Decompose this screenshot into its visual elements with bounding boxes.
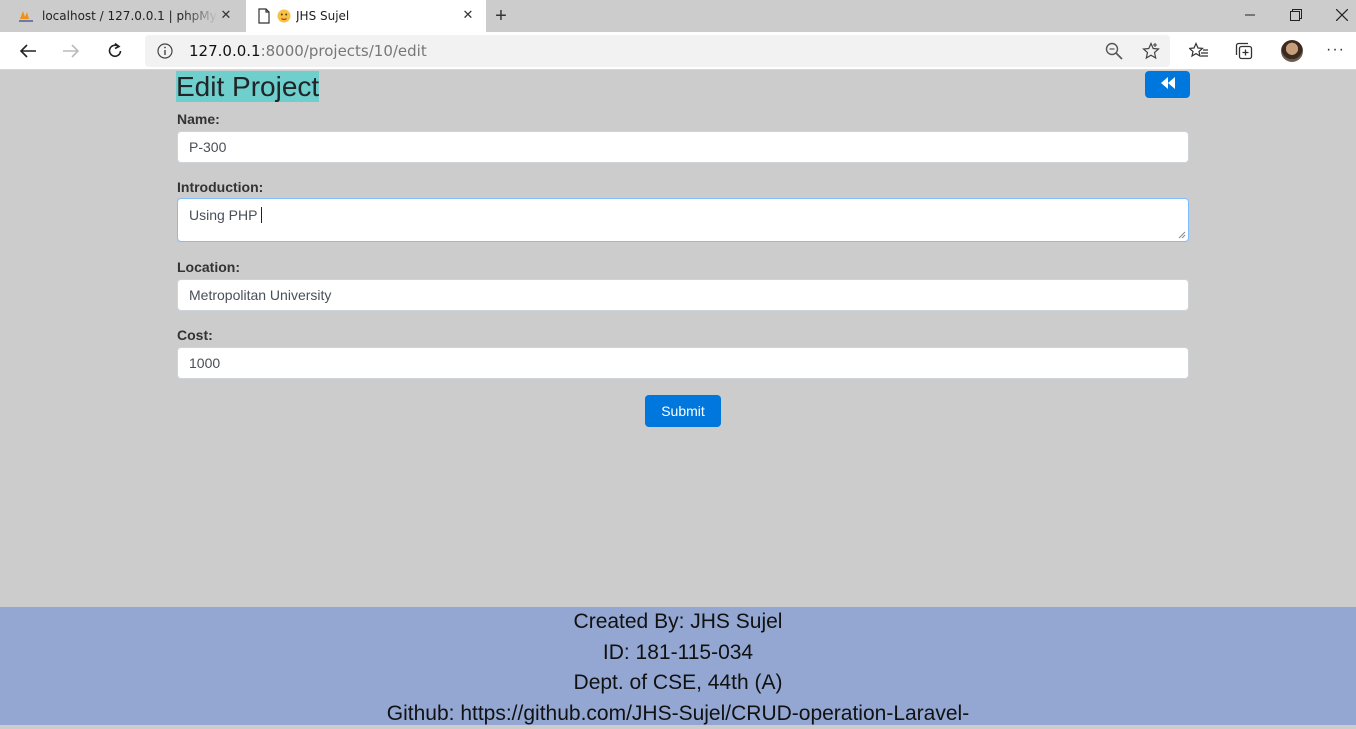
submit-button[interactable]: Submit [645,395,721,427]
name-value: P-300 [189,139,226,155]
url-text[interactable]: 127.0.0.1:8000/projects/10/edit [189,35,427,67]
footer: Created By: JHS Sujel ID: 181-115-034 De… [0,607,1356,725]
back-button[interactable] [1145,71,1190,98]
site-info-icon[interactable] [157,43,173,59]
collections-icon[interactable] [1234,41,1254,61]
favorite-star-icon[interactable] [1142,42,1160,60]
favorites-icon[interactable] [1189,41,1209,61]
location-input[interactable]: Metropolitan University [177,279,1189,311]
address-bar[interactable]: 127.0.0.1:8000/projects/10/edit [145,35,1170,67]
more-menu-icon[interactable]: ··· [1326,41,1345,59]
cost-input[interactable]: 1000 [177,347,1189,379]
introduction-value: Using PHP [189,207,257,223]
name-label: Name: [177,111,220,127]
tab-strip: localhost / 127.0.0.1 | phpMyAdmin ✕ JHS… [0,0,1356,32]
introduction-textarea[interactable]: Using PHP [177,198,1189,242]
location-value: Metropolitan University [189,287,331,303]
forward-arrow-icon[interactable] [56,36,86,66]
zoom-icon[interactable] [1105,42,1123,60]
close-tab-icon[interactable]: ✕ [218,8,234,24]
tab-jhs-sujel[interactable]: JHS Sujel ✕ [246,0,486,32]
phpmyadmin-icon [18,8,34,24]
cost-label: Cost: [177,327,213,343]
profile-avatar[interactable] [1281,40,1303,62]
refresh-icon[interactable] [100,36,130,66]
footer-dept: Dept. of CSE, 44th (A) [0,668,1356,699]
tab-title: localhost / 127.0.0.1 | phpMyAdmin [42,9,218,23]
tab-phpmyadmin[interactable]: localhost / 127.0.0.1 | phpMyAdmin ✕ [8,0,244,32]
close-tab-icon[interactable]: ✕ [460,8,476,24]
introduction-label: Introduction: [177,179,263,195]
page-title: Edit Project [176,71,319,102]
footer-id: ID: 181-115-034 [0,638,1356,669]
minimize-icon[interactable] [1227,0,1273,30]
fast-backward-icon [1160,76,1176,94]
footer-created-by: Created By: JHS Sujel [0,607,1356,638]
text-caret [261,207,262,223]
back-arrow-icon[interactable] [13,36,43,66]
cost-value: 1000 [189,355,220,371]
footer-github: Github: https://github.com/JHS-Sujel/CRU… [0,699,1356,729]
page-content: Edit Project Name: P-300 Introduction: U… [0,71,1356,607]
browser-toolbar: 127.0.0.1:8000/projects/10/edit ··· [0,32,1356,70]
resize-handle-icon[interactable] [1178,231,1186,239]
tab-title: JHS Sujel [296,9,460,23]
page-icon [256,8,272,24]
restore-icon[interactable] [1273,0,1319,30]
name-input[interactable]: P-300 [177,131,1189,163]
close-window-icon[interactable] [1319,0,1356,30]
new-tab-icon[interactable]: + [491,6,511,26]
url-path: :8000/projects/10/edit [261,42,427,60]
emoji-face-icon [276,8,292,24]
url-host: 127.0.0.1 [189,42,261,60]
location-label: Location: [177,259,240,275]
